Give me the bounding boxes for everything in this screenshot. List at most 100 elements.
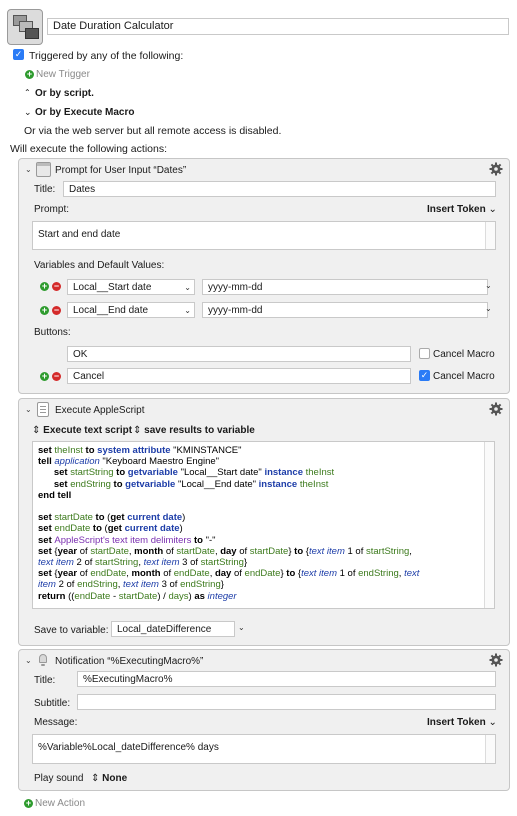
action-title: Notification “%ExecutingMacro%”: [55, 656, 204, 667]
new-trigger-plus-icon[interactable]: +: [25, 70, 34, 79]
code-token: to: [286, 568, 298, 580]
collapse-chevron-icon[interactable]: ⌄: [25, 405, 32, 414]
variable-name-field[interactable]: Local__Start date ⌄: [67, 279, 195, 295]
remove-variable-icon[interactable]: −: [52, 282, 61, 291]
code-token: startDate: [249, 545, 289, 557]
insert-token-label: Insert Token: [427, 717, 486, 728]
chevron-down-icon[interactable]: ⌄: [485, 304, 492, 313]
code-token: endDate: [90, 568, 127, 580]
code-line: set {year of endDate, month of endDate, …: [38, 568, 489, 579]
code-token: text item: [38, 557, 74, 569]
collapse-chevron-icon[interactable]: ⌄: [25, 165, 32, 174]
code-line: set {year of startDate, month of startDa…: [38, 546, 489, 557]
code-token: endDate: [244, 568, 281, 580]
insert-token-menu[interactable]: Insert Token ⌄: [427, 717, 497, 728]
code-token: of: [160, 568, 174, 580]
code-token: to: [92, 512, 108, 524]
code-token: system attribute: [97, 445, 171, 456]
or-by-script-chevron-icon[interactable]: ⌃: [24, 88, 31, 97]
save-to-variable-label: Save to variable:: [34, 625, 109, 636]
code-token: of: [163, 545, 177, 557]
code-token: application: [54, 456, 100, 468]
save-variable-field[interactable]: Local_dateDifference: [111, 621, 235, 637]
code-token: 2 of: [55, 579, 78, 591]
or-by-script-label[interactable]: Or by script.: [35, 88, 94, 99]
variable-default-field[interactable]: yyyy-mm-dd: [202, 302, 488, 318]
code-line: item 2 of endString, text item 3 of endS…: [38, 579, 489, 590]
variable-default-field[interactable]: yyyy-mm-dd: [202, 279, 488, 295]
code-token: endString: [180, 579, 221, 591]
code-token: current date: [124, 523, 180, 535]
chevron-down-icon: ⌄: [488, 204, 497, 215]
prompt-window-icon: [36, 162, 51, 177]
notification-subtitle-field[interactable]: [77, 694, 496, 710]
code-line: set AppleScript's text item delimiters t…: [38, 535, 489, 546]
scrollbar[interactable]: [485, 735, 495, 763]
gear-icon[interactable]: [489, 653, 503, 667]
scrollbar[interactable]: [484, 442, 494, 608]
add-variable-icon[interactable]: +: [40, 306, 49, 315]
code-token: set: [53, 478, 71, 490]
collapse-chevron-icon[interactable]: ⌄: [25, 656, 32, 665]
code-token: get: [110, 512, 128, 524]
applescript-editor[interactable]: set theInst to system attribute "KMINSTA…: [32, 441, 495, 609]
variable-name-field[interactable]: Local__End date ⌄: [67, 302, 195, 318]
scrollbar[interactable]: [485, 222, 495, 249]
new-action-plus-icon[interactable]: +: [24, 799, 33, 808]
cancel-macro-checkbox[interactable]: ✓: [419, 370, 430, 381]
cancel-macro-checkbox[interactable]: [419, 348, 430, 359]
chevron-down-icon[interactable]: ⌄: [184, 305, 191, 316]
code-token: set: [38, 534, 55, 546]
gear-icon[interactable]: [489, 402, 503, 416]
code-token: ) /: [157, 590, 169, 602]
code-token: set: [38, 545, 55, 557]
code-token: text: [404, 568, 420, 580]
chevron-down-icon[interactable]: ⌄: [238, 623, 245, 632]
or-by-execute-macro-chevron-icon[interactable]: ⌄: [24, 107, 32, 118]
add-button-icon[interactable]: +: [40, 372, 49, 381]
notification-title-field[interactable]: %ExecutingMacro%: [77, 671, 496, 687]
code-token: of: [236, 545, 250, 557]
button-label-field[interactable]: Cancel: [67, 368, 411, 384]
remove-variable-icon[interactable]: −: [52, 306, 61, 315]
chevron-down-icon[interactable]: ⌄: [485, 281, 492, 290]
title-field[interactable]: Dates: [63, 181, 496, 197]
prompt-textarea[interactable]: Start and end date: [32, 221, 496, 250]
add-variable-icon[interactable]: +: [40, 282, 49, 291]
play-sound-value: None: [102, 773, 128, 784]
code-token: endDate: [173, 568, 210, 580]
chevron-down-icon[interactable]: ⌄: [184, 282, 191, 293]
code-token: ,: [409, 545, 412, 557]
macro-name-field[interactable]: Date Duration Calculator: [47, 18, 509, 35]
button-label-field[interactable]: OK: [67, 346, 411, 362]
macro-icon: [7, 9, 43, 45]
new-trigger-link[interactable]: New Trigger: [36, 69, 90, 80]
code-line: tell application "Keyboard Maestro Engin…: [38, 456, 489, 467]
code-token: month: [131, 568, 161, 580]
code-token: item: [38, 579, 56, 591]
web-server-note: Or via the web server but all remote acc…: [24, 125, 282, 137]
action-title: Execute AppleScript: [55, 405, 145, 416]
gear-icon[interactable]: [489, 162, 503, 176]
code-token: AppleScript's text item delimiters: [54, 534, 192, 546]
code-token: theInst: [299, 478, 329, 490]
code-token: startString: [70, 467, 114, 479]
code-token: year: [57, 568, 78, 580]
triggered-checkbox[interactable]: ✓: [13, 49, 24, 60]
save-mode-popup[interactable]: ⇕ save results to variable: [133, 425, 255, 436]
code-token: getvariable: [127, 467, 178, 479]
buttons-label: Buttons:: [34, 327, 71, 338]
insert-token-menu[interactable]: Insert Token ⌄: [427, 204, 497, 215]
code-token: theInst: [305, 467, 335, 479]
code-token: end tell: [38, 489, 72, 501]
new-action-link[interactable]: New Action: [35, 798, 85, 809]
or-by-execute-macro-label[interactable]: Or by Execute Macro: [35, 107, 134, 118]
code-token: set: [38, 523, 55, 535]
execute-mode-popup[interactable]: ⇕ Execute text script: [32, 425, 132, 436]
remove-button-icon[interactable]: −: [52, 372, 61, 381]
play-sound-popup[interactable]: ⇕ None: [91, 773, 127, 784]
message-textarea[interactable]: %Variable%Local_dateDifference% days: [32, 734, 496, 764]
title-label: Title:: [34, 675, 56, 686]
code-token: endString: [70, 478, 111, 490]
